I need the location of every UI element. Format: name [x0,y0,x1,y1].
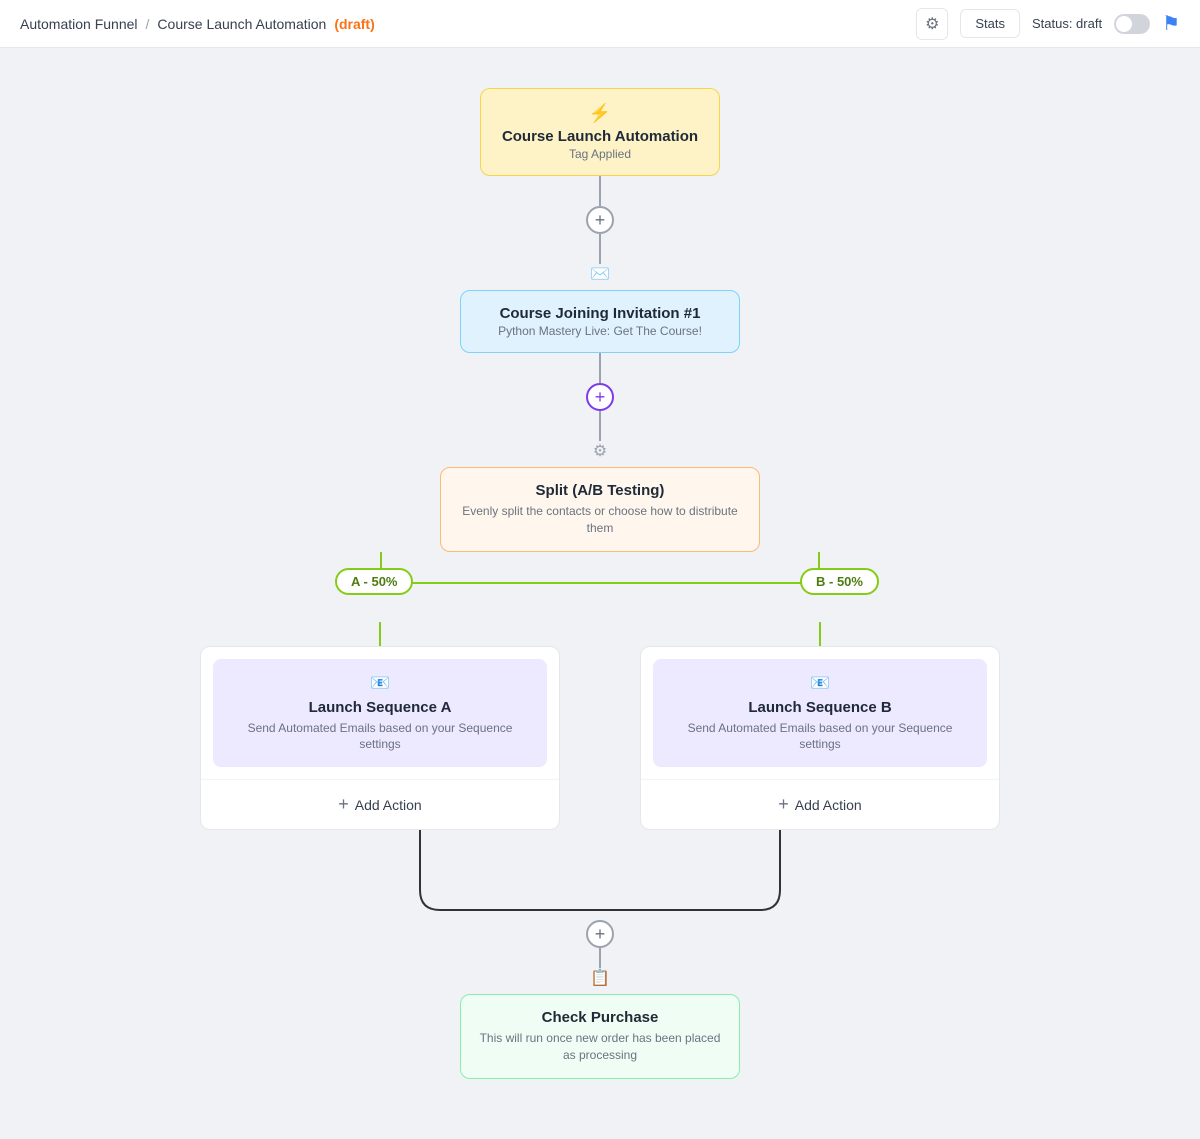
add-button-1[interactable]: + [586,206,614,234]
check-node[interactable]: Check Purchase This will run once new or… [460,994,740,1079]
add-action-a[interactable]: + Add Action [201,779,559,829]
connector-2 [599,234,601,264]
branch-b-label-wrapper: B - 50% [800,568,879,595]
branch-a: 📧 Launch Sequence A Send Automated Email… [200,622,560,831]
plus-icon-1: + [595,210,606,231]
breadcrumb-separator: / [146,16,150,32]
gear-button[interactable]: ⚙ [916,8,948,40]
sequence-b-card[interactable]: 📧 Launch Sequence B Send Automated Email… [640,646,1000,831]
sequence-a-card[interactable]: 📧 Launch Sequence A Send Automated Email… [200,646,560,831]
branch-a-label-wrapper: A - 50% [335,568,413,595]
seq-a-subtitle: Send Automated Emails based on your Sequ… [229,720,531,754]
branch-a-label: A - 50% [335,568,413,595]
seq-a-title: Launch Sequence A [229,699,531,716]
header: Automation Funnel / Course Launch Automa… [0,0,1200,48]
breadcrumb-parent[interactable]: Automation Funnel [20,16,138,32]
branch-b-label: B - 50% [800,568,879,595]
breadcrumb: Automation Funnel / Course Launch Automa… [20,16,375,32]
add-button-2[interactable]: + [586,383,614,411]
plus-icon-2: + [595,387,606,408]
add-action-a-plus-icon: + [338,794,349,815]
branch-b-connector [819,622,821,646]
add-button-3[interactable]: + [586,920,614,948]
canvas: ⚡ Course Launch Automation Tag Applied +… [0,48,1200,1139]
check-subtitle: This will run once new order has been pl… [477,1030,723,1064]
check-node-icon: 📋 [590,968,610,988]
add-action-b-plus-icon: + [778,794,789,815]
merge-lines [150,830,1050,920]
trigger-node[interactable]: ⚡ Course Launch Automation Tag Applied [480,88,720,176]
breadcrumb-draft: (draft) [334,16,374,32]
add-action-a-label: Add Action [355,797,422,813]
merge-svg [370,830,830,920]
branch-a-connector [379,622,381,646]
split-h-bar [380,582,820,584]
add-action-b-label: Add Action [795,797,862,813]
email-node[interactable]: Course Joining Invitation #1 Python Mast… [460,290,740,353]
branches-row: 📧 Launch Sequence A Send Automated Email… [150,622,1050,831]
header-actions: ⚙ Stats Status: draft ⚑ [916,8,1180,40]
email-title: Course Joining Invitation #1 [477,305,723,322]
plus-icon-3: + [595,924,606,945]
status-label: Status: draft [1032,16,1102,31]
seq-a-icon: 📧 [229,673,531,693]
connector-4 [599,411,601,441]
trigger-icon: ⚡ [497,103,703,124]
check-title: Check Purchase [477,1009,723,1026]
seq-b-title: Launch Sequence B [669,699,971,716]
flag-icon[interactable]: ⚑ [1162,11,1180,36]
breadcrumb-current: Course Launch Automation [157,16,326,32]
add-action-b[interactable]: + Add Action [641,779,999,829]
connector-5 [599,948,601,968]
split-subtitle: Evenly split the contacts or choose how … [457,503,743,537]
connector-1 [599,176,601,206]
branch-b: 📧 Launch Sequence B Send Automated Email… [640,622,1000,831]
gear-icon: ⚙ [925,14,939,34]
sequence-a-inner: 📧 Launch Sequence A Send Automated Email… [213,659,547,768]
spacer-split [150,552,1050,622]
split-node-icon: ⚙ [593,441,607,461]
sequence-b-inner: 📧 Launch Sequence B Send Automated Email… [653,659,987,768]
seq-b-icon: 📧 [669,673,971,693]
seq-b-subtitle: Send Automated Emails based on your Sequ… [669,720,971,754]
email-subtitle: Python Mastery Live: Get The Course! [477,324,723,338]
split-node[interactable]: Split (A/B Testing) Evenly split the con… [440,467,760,552]
trigger-title: Course Launch Automation [497,128,703,145]
email-node-icon: ✉️ [590,264,610,284]
split-title: Split (A/B Testing) [457,482,743,499]
status-toggle[interactable] [1114,14,1150,34]
split-container: A - 50% B - 50% 📧 Launch Sequence A Send… [150,552,1050,921]
stats-button[interactable]: Stats [960,9,1020,38]
connector-3 [599,353,601,383]
trigger-subtitle: Tag Applied [497,147,703,161]
